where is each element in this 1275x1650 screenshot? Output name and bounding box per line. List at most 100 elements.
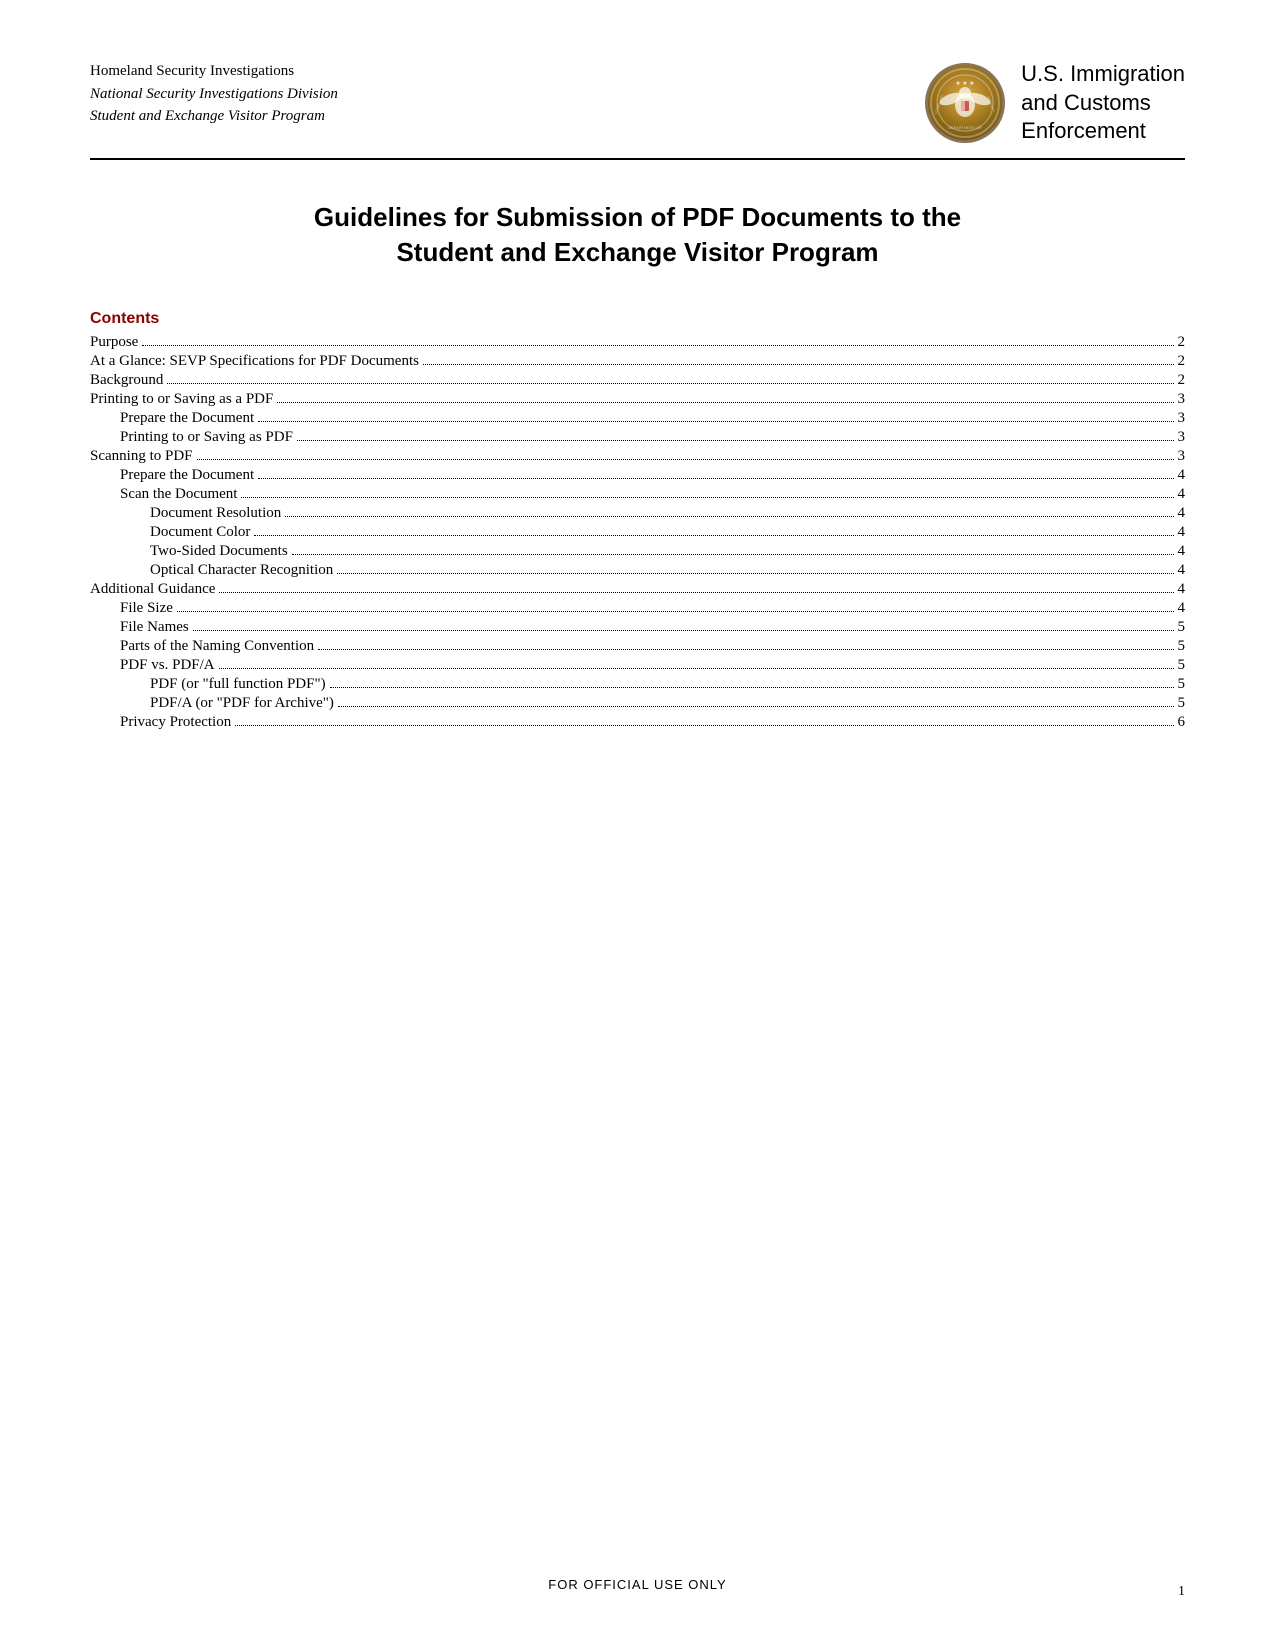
toc-item: Document Color 4 [90,524,1185,541]
toc-dots [277,402,1173,403]
toc-dots [254,535,1173,536]
contents-section: Contents Purpose 2 At a Glance: SEVP Speci… [90,310,1185,731]
toc-item: Prepare the Document 3 [90,410,1185,427]
toc-entry-text: Document Color [90,524,250,541]
header-left: Homeland Security Investigations Nationa… [90,60,338,128]
toc-item: PDF vs. PDF/A 5 [90,657,1185,674]
toc-dots [292,554,1174,555]
toc-item: Scanning to PDF 3 [90,448,1185,465]
toc-dots [285,516,1173,517]
main-title: Guidelines for Submission of PDF Documen… [90,200,1185,270]
toc-page-number: 4 [1178,486,1186,503]
toc-page-number: 3 [1178,391,1186,408]
toc-page-number: 5 [1178,657,1186,674]
toc-item: Additional Guidance4 [90,581,1185,598]
toc-item: At a Glance: SEVP Specifications for PDF… [90,353,1185,370]
agency-line2: and Customs [1021,89,1185,118]
toc-item: Purpose 2 [90,334,1185,351]
toc-page-number: 4 [1178,543,1186,560]
toc-item: Document Resolution 4 [90,505,1185,522]
toc-item: File Names 5 [90,619,1185,636]
toc-dots [241,497,1173,498]
toc-dots [177,611,1174,612]
toc-dots [219,668,1174,669]
agency-line1: U.S. Immigration [1021,60,1185,89]
toc-entry-text: Document Resolution [90,505,281,522]
title-line1: Guidelines for Submission of PDF Documen… [90,200,1185,235]
toc-entry-text: PDF/A (or "PDF for Archive") [90,695,334,712]
toc-entry-text: Privacy Protection [90,714,231,731]
toc-dots [297,440,1174,441]
header: Homeland Security Investigations Nationa… [90,60,1185,146]
page: Homeland Security Investigations Nationa… [0,0,1275,1650]
toc-entry-text: Scanning to PDF [90,448,193,465]
org-name: Homeland Security Investigations [90,60,338,83]
toc-entry-text: PDF vs. PDF/A [90,657,215,674]
toc-page-number: 5 [1178,676,1186,693]
toc-dots [193,630,1174,631]
toc-entry-text: Printing to or Saving as a PDF [90,391,273,408]
agency-title: U.S. Immigration and Customs Enforcement [1021,60,1185,146]
toc-entry-text: Optical Character Recognition [90,562,333,579]
toc-dots [142,345,1173,346]
toc-dots [258,478,1173,479]
toc-entry-text: Scan the Document [90,486,237,503]
title-line2: Student and Exchange Visitor Program [90,235,1185,270]
toc-dots [318,649,1173,650]
toc-item: Prepare the Document4 [90,467,1185,484]
agency-line3: Enforcement [1021,117,1185,146]
toc-item: Privacy Protection 6 [90,714,1185,731]
toc-entry-text: Two-Sided Documents [90,543,288,560]
toc-item: PDF/A (or "PDF for Archive") 5 [90,695,1185,712]
program-name: Student and Exchange Visitor Program [90,105,338,128]
toc-page-number: 3 [1178,429,1186,446]
header-divider [90,158,1185,160]
toc-page-number: 5 [1178,619,1186,636]
toc-dots [337,573,1173,574]
toc-item: Background 2 [90,372,1185,389]
toc-item: Two-Sided Documents 4 [90,543,1185,560]
toc-item: Printing to or Saving as a PDF 3 [90,391,1185,408]
toc-page-number: 4 [1178,562,1186,579]
toc-item: File Size4 [90,600,1185,617]
svg-text:DEPARTMENT OF: DEPARTMENT OF [948,125,982,130]
toc-dots [167,383,1173,384]
toc-page-number: 4 [1178,524,1186,541]
toc-entry-text: Parts of the Naming Convention [90,638,314,655]
toc-item: Printing to or Saving as PDF 3 [90,429,1185,446]
toc-item: PDF (or "full function PDF") 5 [90,676,1185,693]
toc-item: Scan the Document 4 [90,486,1185,503]
dhs-seal: ★ ★ ★ DEPARTMENT OF HOMELAND SECURITY [925,63,1005,143]
toc-page-number: 5 [1178,638,1186,655]
toc-page-number: 4 [1178,581,1186,598]
toc-entry-text: Purpose [90,334,138,351]
toc-page-number: 5 [1178,695,1186,712]
footer-official-text: FOR OFFICIAL USE ONLY [0,1577,1275,1592]
toc-item: Parts of the Naming Convention 5 [90,638,1185,655]
contents-label: Contents [90,310,1185,328]
svg-text:★ ★ ★: ★ ★ ★ [956,80,975,87]
toc-dots [330,687,1174,688]
toc-page-number: 3 [1178,410,1186,427]
toc-page-number: 2 [1178,372,1186,389]
footer: FOR OFFICIAL USE ONLY [0,1577,1275,1600]
footer-page-number: 1 [1178,1584,1185,1600]
sub-division-name: National Security Investigations Divisio… [90,83,338,106]
seal-inner: ★ ★ ★ DEPARTMENT OF HOMELAND SECURITY [930,68,1000,138]
toc-table: Purpose 2 At a Glance: SEVP Specifications… [90,334,1185,731]
toc-entry-text: Background [90,372,163,389]
toc-page-number: 2 [1178,334,1186,351]
toc-entry-text: PDF (or "full function PDF") [90,676,326,693]
toc-page-number: 6 [1178,714,1186,731]
toc-entry-text: At a Glance: SEVP Specifications for PDF… [90,353,419,370]
toc-item: Optical Character Recognition 4 [90,562,1185,579]
toc-entry-text: Printing to or Saving as PDF [90,429,293,446]
toc-dots [338,706,1174,707]
toc-entry-text: File Names [90,619,189,636]
toc-dots [197,459,1174,460]
toc-entry-text: Prepare the Document [90,410,254,427]
toc-page-number: 3 [1178,448,1186,465]
toc-page-number: 4 [1178,505,1186,522]
header-right: ★ ★ ★ DEPARTMENT OF HOMELAND SECURITY U.… [925,60,1185,146]
toc-dots [258,421,1173,422]
